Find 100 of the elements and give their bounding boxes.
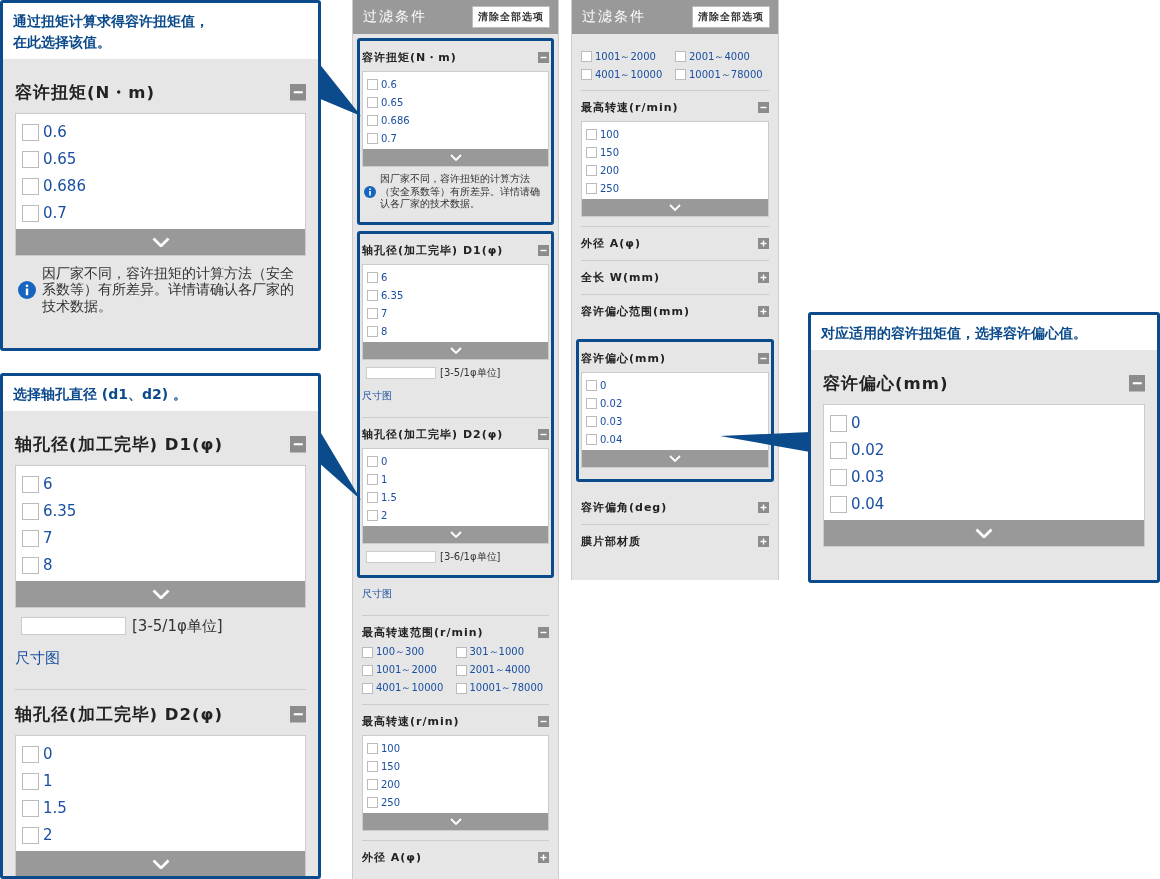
expand-icon[interactable] bbox=[758, 272, 769, 283]
size-chart-link[interactable]: 尺寸图 bbox=[15, 649, 60, 689]
checkbox[interactable] bbox=[675, 69, 686, 80]
option-label: 301～1000 bbox=[469, 645, 525, 659]
collapse-icon[interactable] bbox=[538, 244, 549, 256]
checkbox[interactable] bbox=[367, 271, 378, 283]
expand-icon[interactable] bbox=[758, 536, 769, 547]
checkbox[interactable] bbox=[22, 557, 39, 574]
checkbox[interactable] bbox=[586, 147, 597, 158]
checkbox[interactable] bbox=[586, 398, 597, 409]
collapse-icon[interactable] bbox=[538, 52, 549, 63]
chevron-down-icon bbox=[449, 817, 462, 825]
checkbox[interactable] bbox=[22, 205, 39, 222]
range-input[interactable] bbox=[21, 617, 126, 635]
checkbox[interactable] bbox=[455, 646, 467, 658]
checkbox[interactable] bbox=[367, 491, 378, 503]
collapse-icon[interactable] bbox=[1128, 375, 1145, 392]
expand-icon[interactable] bbox=[758, 306, 769, 317]
checkbox[interactable] bbox=[362, 664, 373, 676]
range-unit-label: [3-5/1φ单位] bbox=[440, 365, 501, 380]
clear-all-button[interactable]: 清除全部选项 bbox=[692, 6, 770, 28]
checkbox[interactable] bbox=[455, 682, 467, 694]
checkbox[interactable] bbox=[586, 129, 597, 140]
checkbox[interactable] bbox=[586, 165, 597, 176]
collapse-icon[interactable] bbox=[538, 428, 549, 440]
option-label: 0.04 bbox=[851, 495, 885, 514]
checkbox[interactable] bbox=[830, 469, 847, 486]
collapse-icon[interactable] bbox=[538, 715, 549, 727]
option-label: 8 bbox=[381, 325, 388, 337]
collapse-icon[interactable] bbox=[758, 353, 769, 364]
checkbox[interactable] bbox=[22, 827, 39, 844]
checkbox[interactable] bbox=[830, 496, 847, 513]
option-label: 6 bbox=[381, 271, 388, 283]
checkbox[interactable] bbox=[367, 760, 378, 772]
option-label: 4001～10000 bbox=[595, 67, 663, 82]
expand-icon[interactable] bbox=[758, 502, 769, 513]
checkbox[interactable] bbox=[675, 51, 686, 62]
checkbox[interactable] bbox=[22, 476, 39, 493]
size-chart-link[interactable]: 尺寸图 bbox=[362, 388, 392, 417]
checkbox[interactable] bbox=[586, 434, 597, 445]
size-chart-link[interactable]: 尺寸图 bbox=[362, 586, 392, 615]
show-more-button[interactable] bbox=[363, 341, 548, 359]
option-label: 1 bbox=[43, 772, 53, 791]
checkbox[interactable] bbox=[367, 115, 378, 126]
expand-icon[interactable] bbox=[538, 851, 549, 863]
checkbox[interactable] bbox=[362, 682, 373, 694]
option-label: 6.35 bbox=[43, 502, 77, 521]
checkbox[interactable] bbox=[367, 79, 378, 90]
option-label: 0.04 bbox=[600, 434, 623, 445]
collapse-icon[interactable] bbox=[289, 706, 306, 723]
checkbox[interactable] bbox=[581, 69, 592, 80]
checkbox[interactable] bbox=[367, 796, 378, 808]
clear-all-button[interactable]: 清除全部选项 bbox=[472, 6, 550, 28]
checkbox[interactable] bbox=[367, 742, 378, 754]
checkbox[interactable] bbox=[367, 289, 378, 301]
expand-icon[interactable] bbox=[758, 238, 769, 249]
option-label: 0.02 bbox=[851, 441, 885, 460]
show-more-button[interactable] bbox=[363, 525, 548, 543]
option-label: 8 bbox=[43, 556, 53, 575]
range-input[interactable] bbox=[366, 550, 436, 563]
show-more-button[interactable] bbox=[363, 812, 548, 830]
collapse-icon[interactable] bbox=[289, 84, 306, 101]
checkbox[interactable] bbox=[22, 124, 39, 141]
checkbox[interactable] bbox=[586, 416, 597, 427]
option-label: 7 bbox=[43, 529, 53, 548]
checkbox[interactable] bbox=[22, 530, 39, 547]
checkbox[interactable] bbox=[830, 442, 847, 459]
checkbox[interactable] bbox=[367, 325, 378, 337]
checkbox[interactable] bbox=[367, 778, 378, 790]
checkbox[interactable] bbox=[586, 183, 597, 194]
section-title: 外径 A(φ) bbox=[362, 849, 422, 865]
checkbox[interactable] bbox=[22, 773, 39, 790]
checkbox[interactable] bbox=[581, 51, 592, 62]
checkbox[interactable] bbox=[367, 307, 378, 319]
callout-caption: 在此选择该值。 bbox=[13, 33, 112, 52]
checkbox[interactable] bbox=[22, 151, 39, 168]
option-label: 0.03 bbox=[600, 416, 623, 427]
checkbox[interactable] bbox=[367, 97, 378, 108]
checkbox[interactable] bbox=[22, 178, 39, 195]
checkbox[interactable] bbox=[367, 473, 378, 485]
collapse-icon[interactable] bbox=[538, 626, 549, 638]
checkbox[interactable] bbox=[367, 133, 378, 144]
checkbox[interactable] bbox=[367, 455, 378, 467]
checkbox[interactable] bbox=[362, 646, 373, 658]
range-input[interactable] bbox=[366, 366, 436, 379]
checkbox[interactable] bbox=[455, 664, 467, 676]
section-title: 轴孔径(加工完毕) D2(φ) bbox=[362, 426, 504, 442]
checkbox[interactable] bbox=[586, 380, 597, 391]
collapse-icon[interactable] bbox=[289, 436, 306, 453]
checkbox[interactable] bbox=[22, 746, 39, 763]
checkbox[interactable] bbox=[830, 415, 847, 432]
option-label: 10001～78000 bbox=[469, 681, 544, 695]
option-label: 1.5 bbox=[381, 491, 397, 503]
checkbox[interactable] bbox=[367, 509, 378, 521]
checkbox[interactable] bbox=[22, 503, 39, 520]
option-label: 2001～4000 bbox=[469, 663, 531, 677]
option-label: 1001～2000 bbox=[376, 663, 437, 677]
chevron-down-icon bbox=[975, 527, 993, 538]
collapse-icon[interactable] bbox=[758, 102, 769, 113]
checkbox[interactable] bbox=[22, 800, 39, 817]
